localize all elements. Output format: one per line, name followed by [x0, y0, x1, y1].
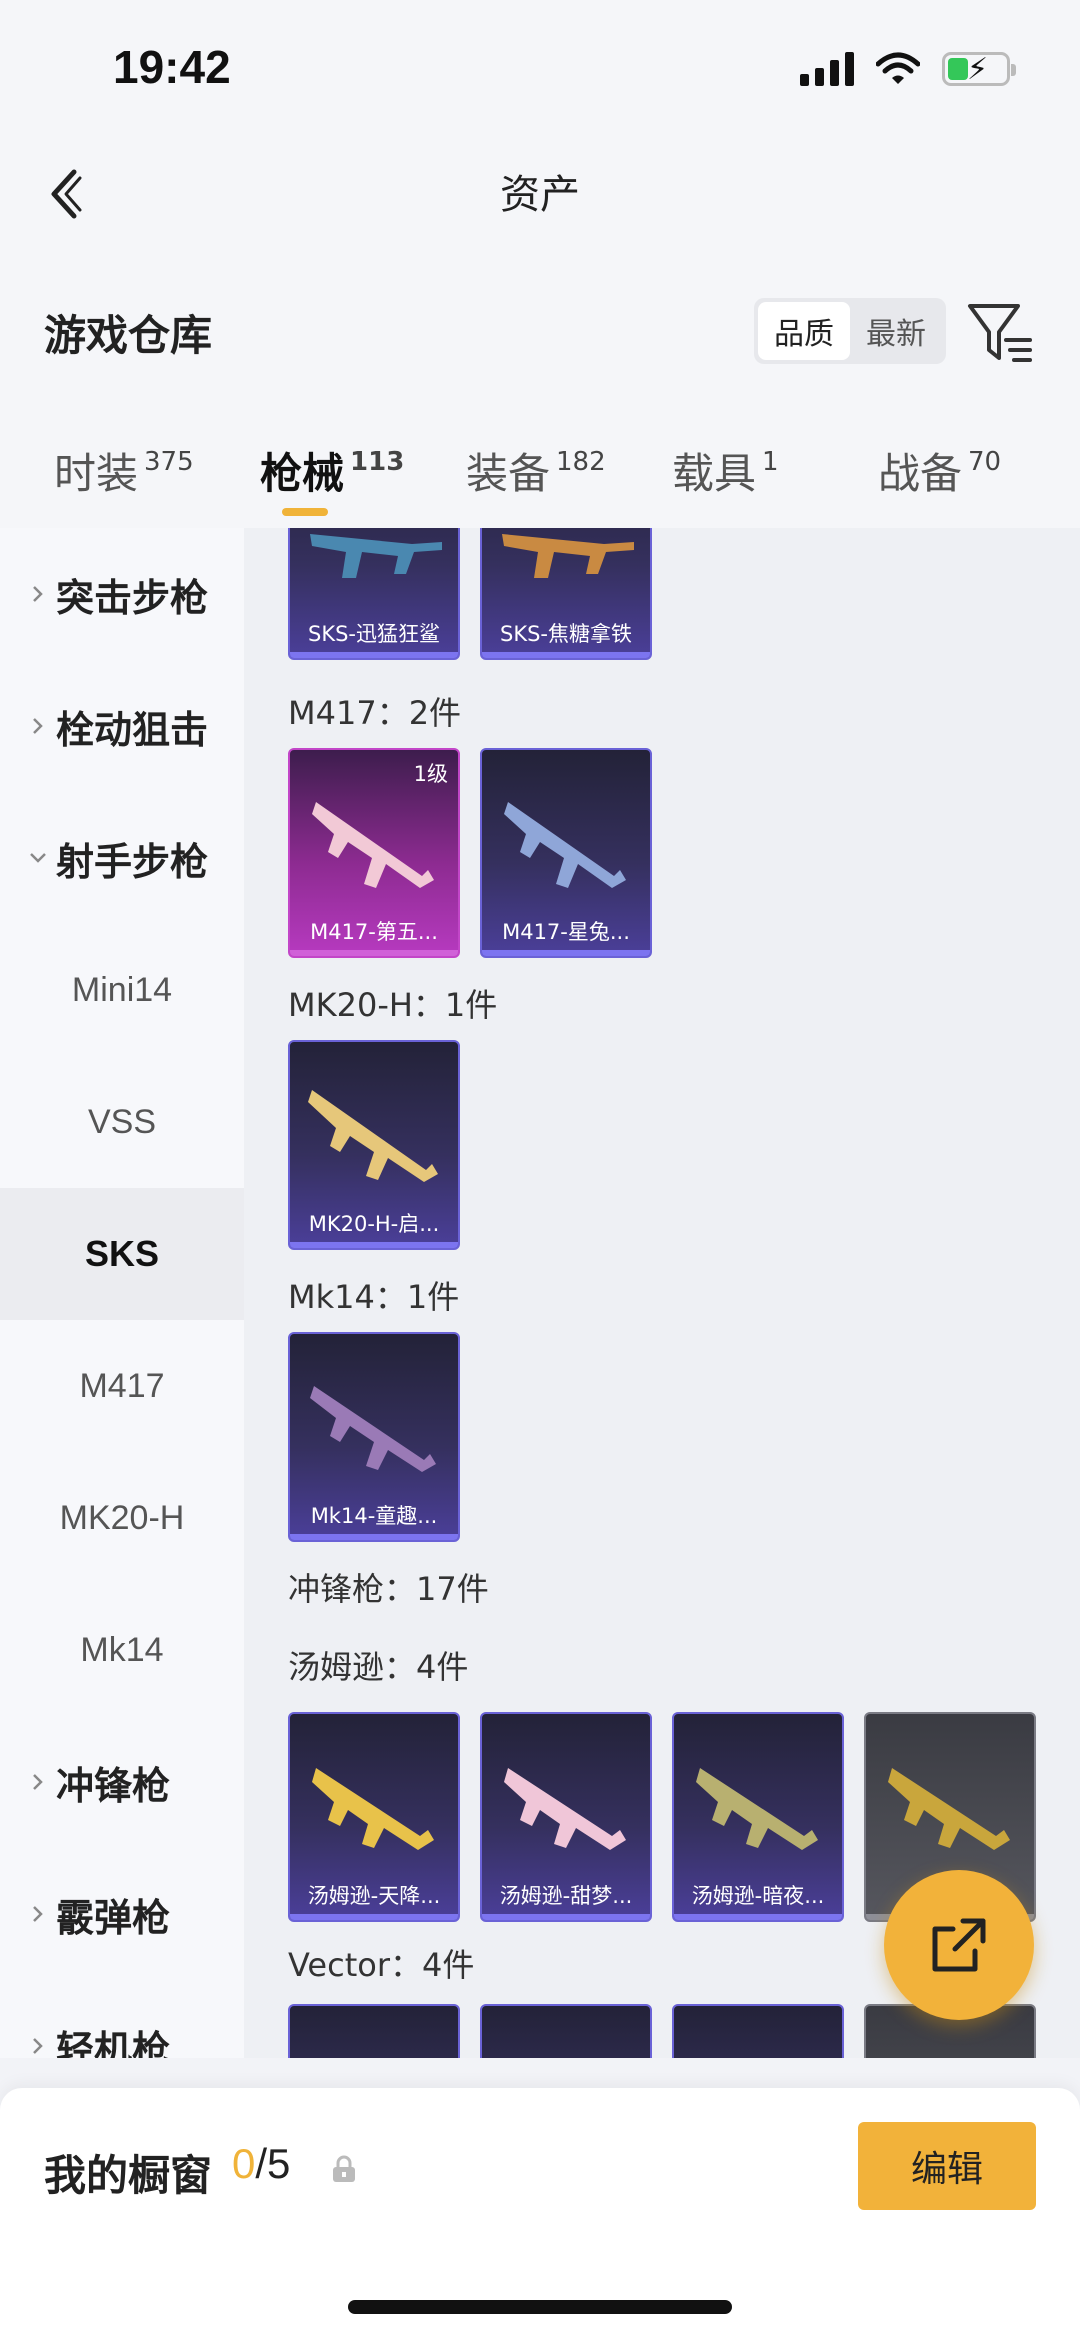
chevron-right-icon [33, 1774, 43, 1790]
share-button[interactable] [884, 1870, 1034, 2020]
tab-equipment[interactable]: 装备 182 [466, 440, 606, 501]
skin-card[interactable]: SKS-焦糖拿铁 [480, 528, 652, 660]
weapon-skin-grid: SKS-迅猛狂鲨 SKS-焦糖拿铁 M417：2件 1级 M417-第五... … [244, 528, 1080, 2058]
tab-vehicles[interactable]: 载具 1 [672, 440, 779, 501]
skin-name: 汤姆逊-甜梦... [499, 1884, 633, 1908]
section-label-mk20h: MK20-H：1件 [288, 986, 498, 1024]
sort-newest-option[interactable]: 最新 [850, 302, 942, 360]
skin-card[interactable]: 汤姆逊-甜梦... [480, 1712, 652, 1922]
sidebar-group-lmg[interactable]: 轻机枪 [0, 1980, 244, 2058]
chevron-right-icon [33, 2038, 43, 2054]
status-icons: ⚡ [800, 52, 1016, 87]
chevron-right-icon [33, 586, 43, 602]
sidebar-group-assault-rifle[interactable]: 突击步枪 [0, 528, 244, 660]
sidebar-item-mini14[interactable]: Mini14 [0, 924, 244, 1056]
tab-costumes[interactable]: 时装 375 [54, 440, 194, 501]
rarity-bar [482, 1914, 650, 1920]
tab-tactical[interactable]: 战备 70 [878, 440, 1001, 501]
skin-name: SKS-迅猛狂鲨 [307, 622, 440, 646]
chevron-right-icon [33, 718, 43, 734]
sidebar-item-m417[interactable]: M417 [0, 1320, 244, 1452]
tab-firearms[interactable]: 枪械 113 [260, 440, 404, 501]
rarity-bar [290, 1534, 458, 1540]
rarity-bar [482, 950, 650, 956]
lock-icon [333, 2155, 355, 2182]
smg-icon [504, 1768, 626, 1850]
section-label-smg: 冲锋枪：17件 [288, 1570, 489, 1608]
sidebar-group-marksman-rifle[interactable]: 射手步枪 [0, 792, 244, 924]
skin-name: M417-第五... [310, 920, 438, 944]
sidebar-item-mk20h[interactable]: MK20-H [0, 1452, 244, 1584]
nav-bar: 资产 [0, 140, 1080, 250]
sidebar-item-mk14[interactable]: Mk14 [0, 1584, 244, 1716]
rifle-icon [308, 1090, 438, 1182]
status-bar: 19:42 ⚡ [0, 0, 1080, 140]
section-label-thompson: 汤姆逊：4件 [288, 1648, 469, 1686]
warehouse-title: 游戏仓库 [44, 311, 213, 360]
wifi-icon [876, 52, 920, 84]
rarity-bar [290, 1914, 458, 1920]
sidebar-group-smg[interactable]: 冲锋枪 [0, 1716, 244, 1848]
filter-icon[interactable] [966, 300, 1036, 366]
rarity-bar [482, 652, 650, 658]
skin-card[interactable]: 1级 M417-第五... [288, 748, 460, 958]
skin-card[interactable] [480, 2004, 652, 2058]
cellular-signal-icon [800, 52, 854, 86]
home-indicator [348, 2300, 732, 2314]
skin-card[interactable]: 汤姆逊-天降... [288, 1712, 460, 1922]
smg-icon [696, 1768, 818, 1850]
rifle-icon [504, 802, 626, 888]
rifle-icon [312, 802, 434, 888]
skin-card[interactable] [288, 2004, 460, 2058]
sidebar-item-vss[interactable]: VSS [0, 1056, 244, 1188]
skin-card[interactable]: Mk14-童趣... [288, 1332, 460, 1542]
section-label-mk14: Mk14：1件 [288, 1278, 460, 1316]
skin-name: SKS-焦糖拿铁 [499, 622, 632, 646]
showcase-count: 0/5 [232, 2140, 290, 2188]
share-icon [932, 1918, 986, 1972]
status-time: 19:42 [113, 41, 231, 93]
skin-card[interactable] [672, 2004, 844, 2058]
page-title: 资产 [500, 172, 580, 218]
section-label-m417: M417：2件 [288, 694, 462, 732]
rifle-icon [310, 1386, 436, 1472]
skin-card[interactable]: M417-星兔... [480, 748, 652, 958]
sort-toggle: 品质 最新 [754, 298, 946, 364]
skin-name: 汤姆逊-天降... [307, 1884, 441, 1908]
skin-name: MK20-H-启... [308, 1212, 440, 1236]
showcase-used-count: 0 [232, 2140, 256, 2187]
chevron-right-icon [33, 1906, 43, 1922]
sort-quality-option[interactable]: 品质 [758, 302, 850, 360]
sidebar-group-shotgun[interactable]: 霰弹枪 [0, 1848, 244, 1980]
category-tabs: 时装 375 枪械 113 装备 182 载具 1 战备 70 [0, 400, 1080, 528]
skin-name: M417-星兔... [502, 920, 630, 944]
rarity-bar [290, 950, 458, 956]
edit-button[interactable]: 编辑 [858, 2122, 1036, 2210]
warehouse-header: 游戏仓库 品质 最新 [0, 250, 1080, 400]
rifle-icon [502, 534, 634, 578]
weapon-category-sidebar: 突击步枪 栓动狙击 射手步枪 Mini14 VSS SKS M417 MK20-… [0, 528, 244, 2058]
showcase-label: 我的橱窗 [44, 2151, 213, 2200]
section-label-vector: Vector：4件 [288, 1946, 475, 1984]
skin-card[interactable]: SKS-迅猛狂鲨 [288, 528, 460, 660]
skin-card[interactable]: MK20-H-启... [288, 1040, 460, 1250]
rifle-icon [310, 534, 442, 578]
sidebar-item-sks[interactable]: SKS [0, 1188, 244, 1320]
rarity-bar [290, 1242, 458, 1248]
skin-name: Mk14-童趣... [310, 1504, 438, 1528]
smg-icon [312, 1768, 434, 1850]
battery-icon: ⚡ [942, 52, 1016, 87]
active-tab-indicator [282, 508, 328, 516]
chevron-down-icon [30, 853, 46, 863]
skin-card[interactable]: 汤姆逊-暗夜... [672, 1712, 844, 1922]
rarity-bar [674, 1914, 842, 1920]
skin-name: 汤姆逊-暗夜... [691, 1884, 825, 1908]
sidebar-group-bolt-sniper[interactable]: 栓动狙击 [0, 660, 244, 792]
showcase-total-count: /5 [255, 2140, 291, 2187]
smg-icon [888, 1768, 1010, 1850]
rarity-bar [290, 652, 458, 658]
